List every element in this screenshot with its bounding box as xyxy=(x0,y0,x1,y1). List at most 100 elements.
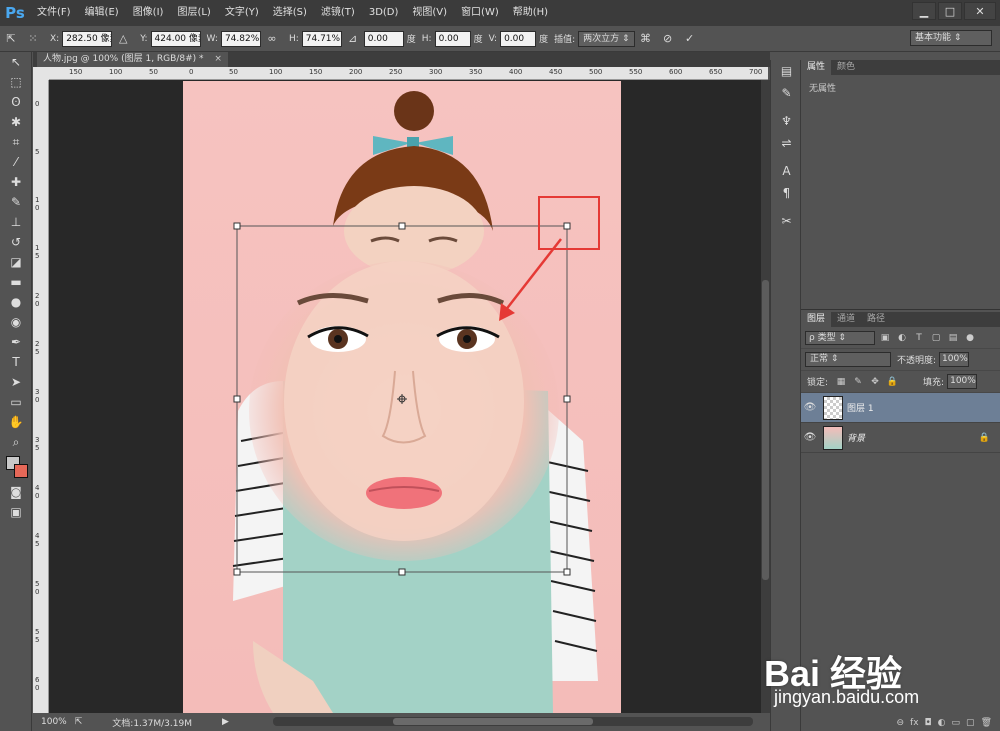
history-brush-icon[interactable]: ↺ xyxy=(0,232,32,252)
lock-image-icon[interactable]: ✎ xyxy=(851,375,865,389)
handle-top-middle[interactable] xyxy=(398,222,406,230)
width-field[interactable]: 74.82% xyxy=(220,30,261,47)
menu-select[interactable]: 选择(S) xyxy=(266,0,314,26)
add-mask-icon[interactable]: ◘ xyxy=(925,718,932,728)
menu-type[interactable]: 文字(Y) xyxy=(218,0,266,26)
filter-shape-icon[interactable]: ▢ xyxy=(929,331,943,345)
x-field[interactable]: 282.50 像素 xyxy=(62,30,113,47)
export-icon[interactable]: ⇱ xyxy=(75,717,83,727)
layer-row-background[interactable]: 👁 背景 🔒 xyxy=(801,423,1000,453)
type-tool-icon[interactable]: T xyxy=(0,352,32,372)
history-panel-icon[interactable]: ▤ xyxy=(771,60,802,82)
lock-position-icon[interactable]: ✥ xyxy=(868,375,882,389)
hand-tool-icon[interactable]: ✋ xyxy=(0,412,32,432)
tab-color[interactable]: 颜色 xyxy=(831,60,861,75)
shape-tool-icon[interactable]: ▭ xyxy=(0,392,32,412)
marquee-tool-icon[interactable]: ⬚ xyxy=(0,72,32,92)
new-layer-icon[interactable]: ▢ xyxy=(966,718,975,728)
menu-window[interactable]: 窗口(W) xyxy=(454,0,506,26)
delta-icon[interactable]: △ xyxy=(115,31,131,47)
vskew-field[interactable]: 0.00 xyxy=(500,30,537,47)
tab-paths[interactable]: 路径 xyxy=(861,312,891,327)
tool-presets-icon[interactable]: ✂ xyxy=(771,210,802,232)
eraser-tool-icon[interactable]: ◪ xyxy=(0,252,32,272)
filter-type-icon[interactable]: T xyxy=(912,331,926,345)
group-icon[interactable]: ▭ xyxy=(952,718,961,728)
eyedropper-tool-icon[interactable]: ⁄ xyxy=(0,152,32,172)
eye-icon[interactable]: 👁 xyxy=(801,432,819,443)
actions-panel-icon[interactable]: ✎ xyxy=(771,82,802,104)
adjustment-layer-icon[interactable]: ◐ xyxy=(938,718,946,728)
photo-canvas[interactable] xyxy=(183,81,621,713)
menu-image[interactable]: 图像(I) xyxy=(126,0,171,26)
tab-properties[interactable]: 属性 xyxy=(801,60,832,75)
adjustments-icon[interactable]: ⇌ xyxy=(771,132,802,154)
horizontal-scrollbar[interactable] xyxy=(273,717,753,726)
brush-preset-icon[interactable]: ♆ xyxy=(771,110,802,132)
screen-mode-icon[interactable]: ▣ xyxy=(0,502,32,522)
status-menu-arrow[interactable]: ▶ xyxy=(222,717,229,727)
character-panel-icon[interactable]: A xyxy=(771,160,802,182)
handle-bottom-left[interactable] xyxy=(233,568,241,576)
transform-tool-icon[interactable]: ⇱ xyxy=(3,31,19,47)
angle-field[interactable]: 0.00 xyxy=(363,30,404,47)
menu-filter[interactable]: 滤镜(T) xyxy=(314,0,362,26)
clone-stamp-icon[interactable]: ⊥ xyxy=(0,212,32,232)
height-field[interactable]: 74.71% xyxy=(301,30,342,47)
handle-top-right[interactable] xyxy=(563,222,571,230)
handle-middle-left[interactable] xyxy=(233,395,241,403)
menu-help[interactable]: 帮助(H) xyxy=(506,0,555,26)
filter-pixel-icon[interactable]: ▣ xyxy=(878,331,892,345)
layer-row-layer1[interactable]: 👁 图层 1 xyxy=(801,393,1000,423)
reference-point-icon[interactable]: ⁙ xyxy=(25,31,41,47)
cancel-transform-icon[interactable]: ⊘ xyxy=(660,31,676,47)
link-icon[interactable]: ∞ xyxy=(264,31,280,47)
workspace-select[interactable]: 基本功能 ⇕ xyxy=(910,30,992,46)
y-field[interactable]: 424.00 像素 xyxy=(150,30,201,47)
lock-all-icon[interactable]: 🔒 xyxy=(885,375,899,389)
warp-icon[interactable]: ⌘ xyxy=(638,31,654,47)
zoom-tool-icon[interactable]: ⌕ xyxy=(0,432,32,452)
brush-tool-icon[interactable]: ✎ xyxy=(0,192,32,212)
lasso-tool-icon[interactable]: ʘ xyxy=(0,92,32,112)
fill-field[interactable]: 100% xyxy=(947,374,978,389)
delete-layer-icon[interactable]: 🗑 xyxy=(981,718,992,728)
filter-adjustment-icon[interactable]: ◐ xyxy=(895,331,909,345)
menu-edit[interactable]: 编辑(E) xyxy=(78,0,126,26)
minimize-button[interactable]: ▁ xyxy=(912,2,936,20)
menu-view[interactable]: 视图(V) xyxy=(405,0,454,26)
menu-file[interactable]: 文件(F) xyxy=(30,0,78,26)
quick-mask-icon[interactable]: ◙ xyxy=(0,482,32,502)
lock-transparent-icon[interactable]: ▦ xyxy=(834,375,848,389)
horizontal-scroll-thumb[interactable] xyxy=(393,718,593,725)
transform-box[interactable] xyxy=(183,81,621,713)
dodge-tool-icon[interactable]: ◉ xyxy=(0,312,32,332)
maximize-button[interactable]: □ xyxy=(938,2,962,20)
crop-tool-icon[interactable]: ⌗ xyxy=(0,132,32,152)
close-tab-icon[interactable]: × xyxy=(214,54,222,64)
path-select-icon[interactable]: ➤ xyxy=(0,372,32,392)
healing-brush-icon[interactable]: ✚ xyxy=(0,172,32,192)
hskew-field[interactable]: 0.00 xyxy=(434,30,471,47)
opacity-field[interactable]: 100% xyxy=(939,352,970,367)
layer-filter-select[interactable]: ρ 类型 ⇕ xyxy=(805,330,875,345)
link-layers-icon[interactable]: ⊖ xyxy=(897,718,905,728)
tab-channels[interactable]: 通道 xyxy=(831,312,861,327)
canvas-area[interactable] xyxy=(49,80,761,713)
close-button[interactable]: ✕ xyxy=(964,2,996,20)
magic-wand-icon[interactable]: ✱ xyxy=(0,112,32,132)
tab-layers[interactable]: 图层 xyxy=(801,312,832,327)
menu-layer[interactable]: 图层(L) xyxy=(170,0,217,26)
eye-icon[interactable]: 👁 xyxy=(801,402,819,413)
handle-bottom-right[interactable] xyxy=(563,568,571,576)
document-tab[interactable]: 人物.jpg @ 100% (图层 1, RGB/8#) * × xyxy=(37,52,228,67)
vertical-scroll-thumb[interactable] xyxy=(762,280,769,580)
handle-bottom-middle[interactable] xyxy=(398,568,406,576)
filter-smart-icon[interactable]: ▤ xyxy=(946,331,960,345)
filter-toggle-icon[interactable]: ● xyxy=(963,331,977,345)
move-tool-icon[interactable]: ↖ xyxy=(0,52,32,72)
pen-tool-icon[interactable]: ✒ xyxy=(0,332,32,352)
gradient-tool-icon[interactable]: ▬ xyxy=(0,272,32,292)
handle-middle-right[interactable] xyxy=(563,395,571,403)
background-color[interactable] xyxy=(14,464,28,478)
